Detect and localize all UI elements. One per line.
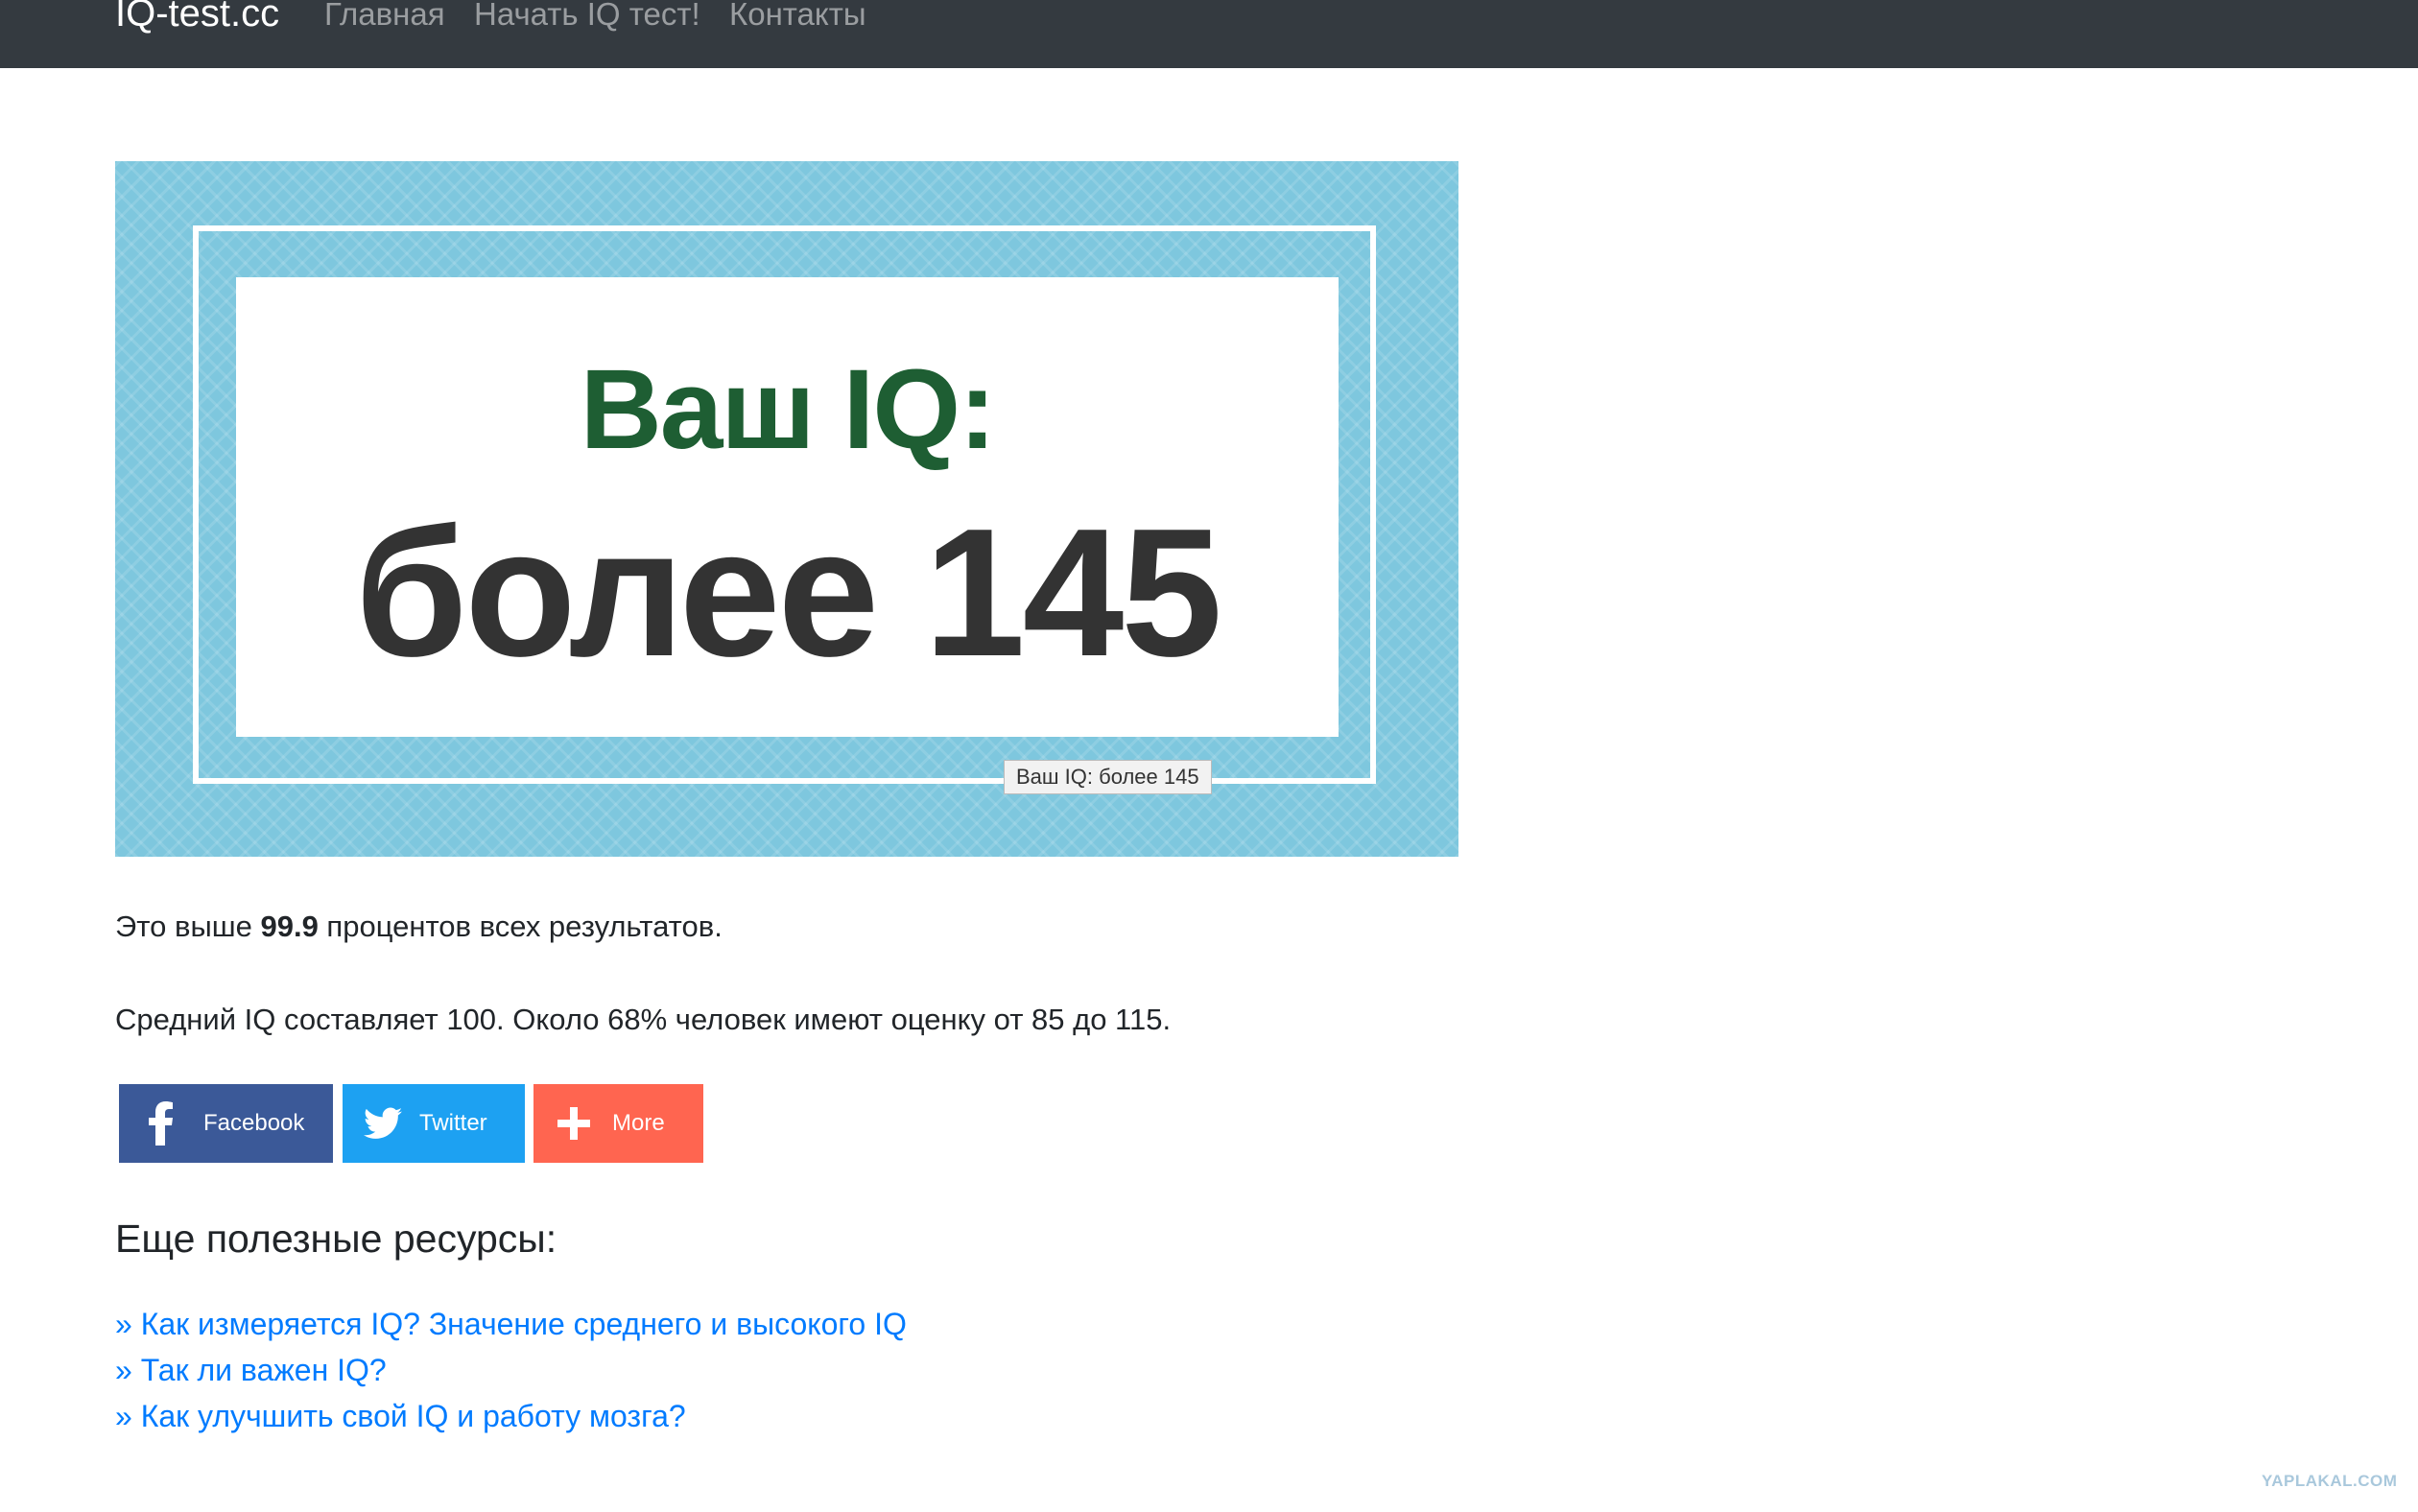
share-more-button[interactable]: More: [533, 1084, 703, 1163]
resource-link[interactable]: » Так ли важен IQ?: [115, 1353, 387, 1388]
resources-heading: Еще полезные ресурсы:: [115, 1217, 557, 1261]
navbar: IQ-test.cc Главная Начать IQ тест! Конта…: [0, 0, 2418, 68]
share-facebook-button[interactable]: Facebook: [119, 1084, 333, 1163]
info-text: Средний IQ составляет 100. Около 68% чел…: [115, 1003, 1172, 1036]
plus-icon: [555, 1107, 593, 1140]
banner-title: Ваш IQ:: [580, 346, 997, 473]
nav-link-start-test[interactable]: Начать IQ тест!: [474, 0, 700, 33]
brand-link[interactable]: IQ-test.cc: [115, 0, 279, 35]
nav-link-contacts[interactable]: Контакты: [729, 0, 866, 33]
banner-score: более 145: [354, 491, 1222, 695]
banner-inner: Ваш IQ: более 145: [236, 277, 1339, 737]
facebook-icon: [142, 1101, 180, 1146]
resource-link[interactable]: » Как измеряется IQ? Значение среднего и…: [115, 1307, 907, 1342]
share-twitter-button[interactable]: Twitter: [343, 1084, 525, 1163]
result-text: Это выше 99.9 процентов всех результатов…: [115, 910, 723, 943]
result-percent: 99.9: [260, 910, 319, 943]
twitter-icon: [364, 1105, 402, 1142]
watermark: YAPLAKAL.COM: [2262, 1472, 2398, 1490]
image-tooltip: Ваш IQ: более 145: [1004, 760, 1212, 794]
resource-link[interactable]: » Как улучшить свой IQ и работу мозга?: [115, 1399, 686, 1434]
result-banner-image: Ваш IQ: более 145 Ваш IQ: более 145: [115, 161, 1458, 857]
nav-link-home[interactable]: Главная: [324, 0, 445, 33]
